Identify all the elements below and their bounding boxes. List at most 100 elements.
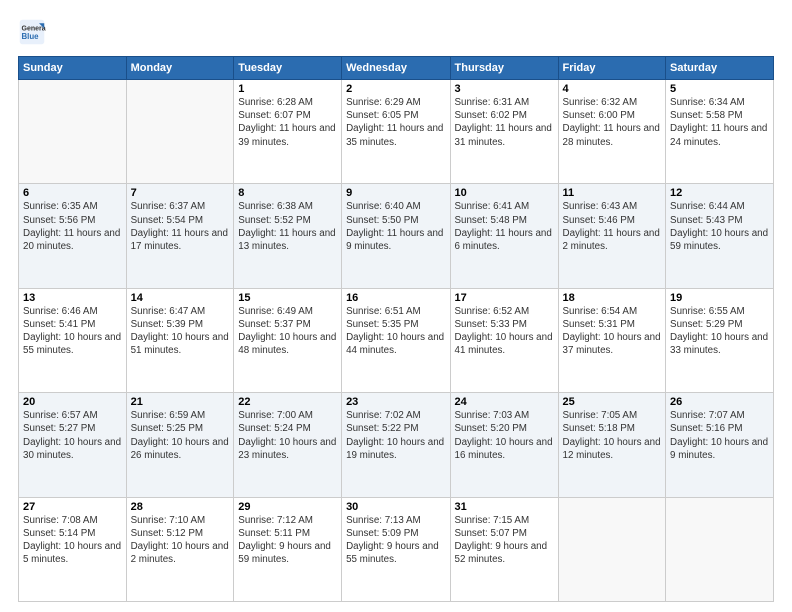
day-info: Sunrise: 7:02 AMSunset: 5:22 PMDaylight:…	[346, 409, 445, 462]
week-row-4: 20Sunrise: 6:57 AMSunset: 5:27 PMDayligh…	[19, 393, 774, 497]
day-info: Sunrise: 6:57 AMSunset: 5:27 PMDaylight:…	[23, 409, 122, 462]
calendar-cell: 7Sunrise: 6:37 AMSunset: 5:54 PMDaylight…	[126, 184, 234, 288]
day-number: 11	[563, 187, 662, 199]
day-number: 16	[346, 292, 445, 304]
calendar-cell: 14Sunrise: 6:47 AMSunset: 5:39 PMDayligh…	[126, 288, 234, 392]
calendar-cell: 27Sunrise: 7:08 AMSunset: 5:14 PMDayligh…	[19, 497, 127, 601]
calendar-cell: 23Sunrise: 7:02 AMSunset: 5:22 PMDayligh…	[342, 393, 450, 497]
day-info: Sunrise: 7:08 AMSunset: 5:14 PMDaylight:…	[23, 514, 122, 567]
day-info: Sunrise: 6:46 AMSunset: 5:41 PMDaylight:…	[23, 305, 122, 358]
calendar-header-row: SundayMondayTuesdayWednesdayThursdayFrid…	[19, 57, 774, 80]
day-number: 31	[455, 501, 554, 513]
day-number: 26	[670, 396, 769, 408]
header: General Blue	[18, 18, 774, 46]
day-number: 7	[131, 187, 230, 199]
day-info: Sunrise: 6:38 AMSunset: 5:52 PMDaylight:…	[238, 200, 337, 253]
day-number: 30	[346, 501, 445, 513]
column-header-sunday: Sunday	[19, 57, 127, 80]
svg-text:Blue: Blue	[22, 32, 40, 41]
week-row-2: 6Sunrise: 6:35 AMSunset: 5:56 PMDaylight…	[19, 184, 774, 288]
calendar-cell: 15Sunrise: 6:49 AMSunset: 5:37 PMDayligh…	[234, 288, 342, 392]
day-number: 20	[23, 396, 122, 408]
calendar-cell: 8Sunrise: 6:38 AMSunset: 5:52 PMDaylight…	[234, 184, 342, 288]
calendar-cell: 20Sunrise: 6:57 AMSunset: 5:27 PMDayligh…	[19, 393, 127, 497]
day-info: Sunrise: 6:47 AMSunset: 5:39 PMDaylight:…	[131, 305, 230, 358]
column-header-friday: Friday	[558, 57, 666, 80]
calendar-cell: 11Sunrise: 6:43 AMSunset: 5:46 PMDayligh…	[558, 184, 666, 288]
calendar-cell: 9Sunrise: 6:40 AMSunset: 5:50 PMDaylight…	[342, 184, 450, 288]
day-info: Sunrise: 7:13 AMSunset: 5:09 PMDaylight:…	[346, 514, 445, 567]
calendar-cell: 25Sunrise: 7:05 AMSunset: 5:18 PMDayligh…	[558, 393, 666, 497]
day-number: 3	[455, 83, 554, 95]
day-number: 10	[455, 187, 554, 199]
week-row-5: 27Sunrise: 7:08 AMSunset: 5:14 PMDayligh…	[19, 497, 774, 601]
calendar-cell: 2Sunrise: 6:29 AMSunset: 6:05 PMDaylight…	[342, 80, 450, 184]
day-info: Sunrise: 7:07 AMSunset: 5:16 PMDaylight:…	[670, 409, 769, 462]
day-number: 27	[23, 501, 122, 513]
calendar-cell: 19Sunrise: 6:55 AMSunset: 5:29 PMDayligh…	[666, 288, 774, 392]
day-number: 19	[670, 292, 769, 304]
calendar-cell: 21Sunrise: 6:59 AMSunset: 5:25 PMDayligh…	[126, 393, 234, 497]
day-number: 15	[238, 292, 337, 304]
column-header-wednesday: Wednesday	[342, 57, 450, 80]
day-number: 13	[23, 292, 122, 304]
day-number: 24	[455, 396, 554, 408]
day-number: 25	[563, 396, 662, 408]
logo-icon: General Blue	[18, 18, 46, 46]
day-info: Sunrise: 7:10 AMSunset: 5:12 PMDaylight:…	[131, 514, 230, 567]
calendar-cell: 16Sunrise: 6:51 AMSunset: 5:35 PMDayligh…	[342, 288, 450, 392]
calendar-cell: 5Sunrise: 6:34 AMSunset: 5:58 PMDaylight…	[666, 80, 774, 184]
day-info: Sunrise: 6:40 AMSunset: 5:50 PMDaylight:…	[346, 200, 445, 253]
column-header-thursday: Thursday	[450, 57, 558, 80]
calendar-cell	[126, 80, 234, 184]
day-info: Sunrise: 7:00 AMSunset: 5:24 PMDaylight:…	[238, 409, 337, 462]
calendar-table: SundayMondayTuesdayWednesdayThursdayFrid…	[18, 56, 774, 602]
calendar-cell: 28Sunrise: 7:10 AMSunset: 5:12 PMDayligh…	[126, 497, 234, 601]
day-number: 4	[563, 83, 662, 95]
day-number: 9	[346, 187, 445, 199]
day-info: Sunrise: 7:12 AMSunset: 5:11 PMDaylight:…	[238, 514, 337, 567]
day-info: Sunrise: 6:28 AMSunset: 6:07 PMDaylight:…	[238, 96, 337, 149]
calendar-cell: 29Sunrise: 7:12 AMSunset: 5:11 PMDayligh…	[234, 497, 342, 601]
day-info: Sunrise: 7:15 AMSunset: 5:07 PMDaylight:…	[455, 514, 554, 567]
day-number: 14	[131, 292, 230, 304]
day-number: 12	[670, 187, 769, 199]
week-row-3: 13Sunrise: 6:46 AMSunset: 5:41 PMDayligh…	[19, 288, 774, 392]
day-number: 2	[346, 83, 445, 95]
calendar-cell: 24Sunrise: 7:03 AMSunset: 5:20 PMDayligh…	[450, 393, 558, 497]
day-info: Sunrise: 6:54 AMSunset: 5:31 PMDaylight:…	[563, 305, 662, 358]
day-number: 21	[131, 396, 230, 408]
day-info: Sunrise: 6:29 AMSunset: 6:05 PMDaylight:…	[346, 96, 445, 149]
day-info: Sunrise: 6:49 AMSunset: 5:37 PMDaylight:…	[238, 305, 337, 358]
day-info: Sunrise: 7:05 AMSunset: 5:18 PMDaylight:…	[563, 409, 662, 462]
day-info: Sunrise: 7:03 AMSunset: 5:20 PMDaylight:…	[455, 409, 554, 462]
calendar-cell: 1Sunrise: 6:28 AMSunset: 6:07 PMDaylight…	[234, 80, 342, 184]
day-number: 18	[563, 292, 662, 304]
day-info: Sunrise: 6:34 AMSunset: 5:58 PMDaylight:…	[670, 96, 769, 149]
day-number: 23	[346, 396, 445, 408]
week-row-1: 1Sunrise: 6:28 AMSunset: 6:07 PMDaylight…	[19, 80, 774, 184]
day-number: 5	[670, 83, 769, 95]
day-number: 29	[238, 501, 337, 513]
calendar-cell: 26Sunrise: 7:07 AMSunset: 5:16 PMDayligh…	[666, 393, 774, 497]
day-info: Sunrise: 6:35 AMSunset: 5:56 PMDaylight:…	[23, 200, 122, 253]
column-header-monday: Monday	[126, 57, 234, 80]
calendar-cell: 17Sunrise: 6:52 AMSunset: 5:33 PMDayligh…	[450, 288, 558, 392]
column-header-tuesday: Tuesday	[234, 57, 342, 80]
calendar-cell: 30Sunrise: 7:13 AMSunset: 5:09 PMDayligh…	[342, 497, 450, 601]
calendar-cell	[666, 497, 774, 601]
day-info: Sunrise: 6:51 AMSunset: 5:35 PMDaylight:…	[346, 305, 445, 358]
day-info: Sunrise: 6:31 AMSunset: 6:02 PMDaylight:…	[455, 96, 554, 149]
day-number: 8	[238, 187, 337, 199]
page: General Blue SundayMondayTuesdayWednesda…	[0, 0, 792, 612]
calendar-cell: 3Sunrise: 6:31 AMSunset: 6:02 PMDaylight…	[450, 80, 558, 184]
calendar-cell: 4Sunrise: 6:32 AMSunset: 6:00 PMDaylight…	[558, 80, 666, 184]
day-number: 1	[238, 83, 337, 95]
calendar-cell: 13Sunrise: 6:46 AMSunset: 5:41 PMDayligh…	[19, 288, 127, 392]
calendar-cell: 18Sunrise: 6:54 AMSunset: 5:31 PMDayligh…	[558, 288, 666, 392]
day-info: Sunrise: 6:41 AMSunset: 5:48 PMDaylight:…	[455, 200, 554, 253]
day-info: Sunrise: 6:59 AMSunset: 5:25 PMDaylight:…	[131, 409, 230, 462]
calendar-cell	[558, 497, 666, 601]
calendar-cell: 22Sunrise: 7:00 AMSunset: 5:24 PMDayligh…	[234, 393, 342, 497]
column-header-saturday: Saturday	[666, 57, 774, 80]
